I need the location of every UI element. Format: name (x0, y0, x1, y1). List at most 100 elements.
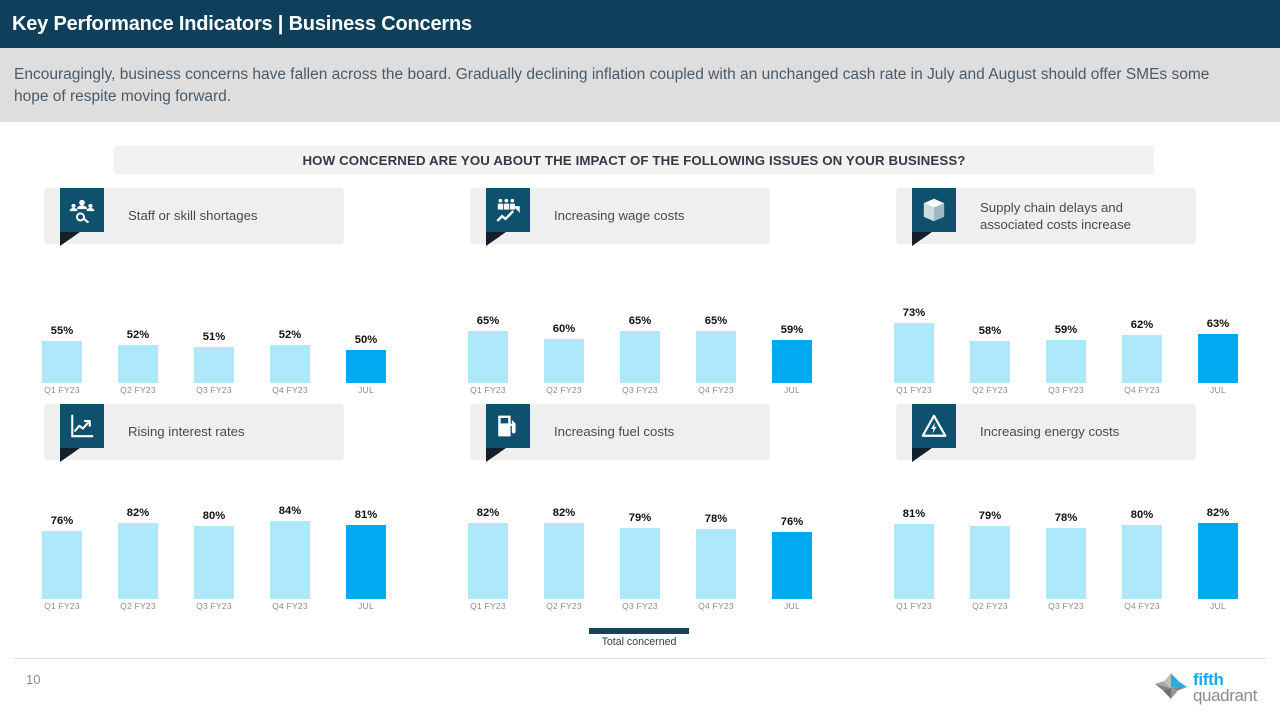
bar-group: 65% (450, 315, 526, 383)
x-tick: JUL (1210, 601, 1226, 611)
bar (544, 523, 584, 599)
bar-value: 80% (202, 510, 226, 522)
x-tick: JUL (1210, 385, 1226, 395)
panel-increasing-energy-costs: Increasing energy costs 81% 79% 78% 80% … (876, 404, 1256, 611)
bar (42, 531, 82, 599)
bar-value: 76% (780, 516, 804, 528)
x-axis: Q1 FY23 Q2 FY23 Q3 FY23 Q4 FY23 JUL (24, 385, 404, 405)
bar-value: 82% (1206, 507, 1230, 519)
bar-value: 79% (978, 510, 1002, 522)
bar-highlight (346, 350, 386, 383)
bar-group: 80% (176, 510, 252, 599)
bar-group: 81% (876, 508, 952, 599)
bar-value: 78% (704, 513, 728, 525)
bar (1122, 525, 1162, 599)
bar (696, 529, 736, 599)
x-tick: JUL (784, 601, 800, 611)
bars: 76% 82% 80% 84% 81% (24, 496, 404, 599)
bar-value: 65% (476, 315, 500, 327)
panel-header: Increasing fuel costs (450, 404, 770, 462)
bar-highlight (772, 532, 812, 599)
package-box-icon (912, 188, 956, 232)
bar-group: 76% (24, 515, 100, 599)
panel-tail (486, 232, 506, 246)
x-tick: JUL (358, 385, 374, 395)
bar-group: 52% (252, 329, 328, 383)
x-tick: Q1 FY23 (896, 601, 932, 611)
bar (118, 523, 158, 599)
bar-group: 59% (754, 324, 830, 383)
x-tick: Q3 FY23 (196, 385, 232, 395)
question-banner: HOW CONCERNED ARE YOU ABOUT THE IMPACT O… (114, 146, 1154, 174)
energy-warning-icon (912, 404, 956, 448)
panel-rising-interest-rates: Rising interest rates 76% 82% 80% 84% 81… (24, 404, 404, 611)
bar-value: 65% (628, 315, 652, 327)
bar (118, 345, 158, 383)
bar-group: 51% (176, 331, 252, 383)
bar-highlight (772, 340, 812, 383)
title-bar: Key Performance Indicators | Business Co… (0, 0, 1280, 48)
bar-group: 59% (1028, 324, 1104, 383)
bar-group: 60% (526, 323, 602, 383)
bar-group: 82% (526, 507, 602, 599)
bar (970, 526, 1010, 599)
logo-word-quadrant: quadrant (1193, 686, 1257, 705)
people-search-icon (60, 188, 104, 232)
bar (270, 345, 310, 383)
bar-value: 51% (202, 331, 226, 343)
bar-value: 60% (552, 323, 576, 335)
x-axis: Q1 FY23 Q2 FY23 Q3 FY23 Q4 FY23 JUL (450, 385, 830, 405)
legend-swatch (589, 628, 689, 634)
bar-value: 79% (628, 512, 652, 524)
x-tick: Q4 FY23 (272, 601, 308, 611)
bar-group: 81% (328, 509, 404, 599)
bar-group: 84% (252, 505, 328, 599)
page-number: 10 (26, 672, 41, 687)
bar-value: 84% (278, 505, 302, 517)
bars: 81% 79% 78% 80% 82% (876, 496, 1256, 599)
bar (1046, 340, 1086, 383)
wage-growth-icon (486, 188, 530, 232)
bar (194, 347, 234, 383)
x-tick: Q4 FY23 (272, 385, 308, 395)
panel-header: Supply chain delays and associated costs… (876, 188, 1196, 246)
x-tick: Q3 FY23 (622, 385, 658, 395)
bar (894, 323, 934, 383)
panel-header: Rising interest rates (24, 404, 344, 462)
bar (468, 523, 508, 599)
x-tick: Q3 FY23 (622, 601, 658, 611)
bar-value: 50% (354, 334, 378, 346)
bar-group: 78% (678, 513, 754, 599)
bar-group: 65% (602, 315, 678, 383)
x-tick: Q2 FY23 (972, 601, 1008, 611)
bar-group: 79% (952, 510, 1028, 599)
x-tick: JUL (358, 601, 374, 611)
bar-value: 82% (476, 507, 500, 519)
page-title: Key Performance Indicators | Business Co… (12, 12, 472, 35)
bar-highlight (1198, 523, 1238, 599)
panel-header: Increasing wage costs (450, 188, 770, 246)
x-tick: Q2 FY23 (120, 385, 156, 395)
panel-increasing-fuel-costs: Increasing fuel costs 82% 82% 79% 78% 76… (450, 404, 830, 611)
x-tick: Q2 FY23 (546, 385, 582, 395)
bar-group: 58% (952, 325, 1028, 383)
bar-value: 82% (552, 507, 576, 519)
bar-highlight (346, 525, 386, 599)
bar-value: 52% (126, 329, 150, 341)
bar-value: 52% (278, 329, 302, 341)
bar-highlight (1198, 334, 1238, 383)
bar-group: 52% (100, 329, 176, 383)
x-tick: Q4 FY23 (1124, 601, 1160, 611)
bar-value: 81% (902, 508, 926, 520)
bars: 73% 58% 59% 62% 63% (876, 280, 1256, 383)
panel-tail (60, 232, 80, 246)
bar-value: 82% (126, 507, 150, 519)
logo-wordmark: fifth quadrant (1193, 671, 1257, 705)
x-axis: Q1 FY23 Q2 FY23 Q3 FY23 Q4 FY23 JUL (450, 601, 830, 621)
bar (620, 528, 660, 599)
bar-value: 55% (50, 325, 74, 337)
bar-group: 82% (1180, 507, 1256, 599)
x-tick: Q1 FY23 (470, 385, 506, 395)
bar-value: 73% (902, 307, 926, 319)
chart-increasing-fuel-costs: 82% 82% 79% 78% 76% Q1 FY23 Q2 FY23 Q3 F… (450, 496, 830, 621)
